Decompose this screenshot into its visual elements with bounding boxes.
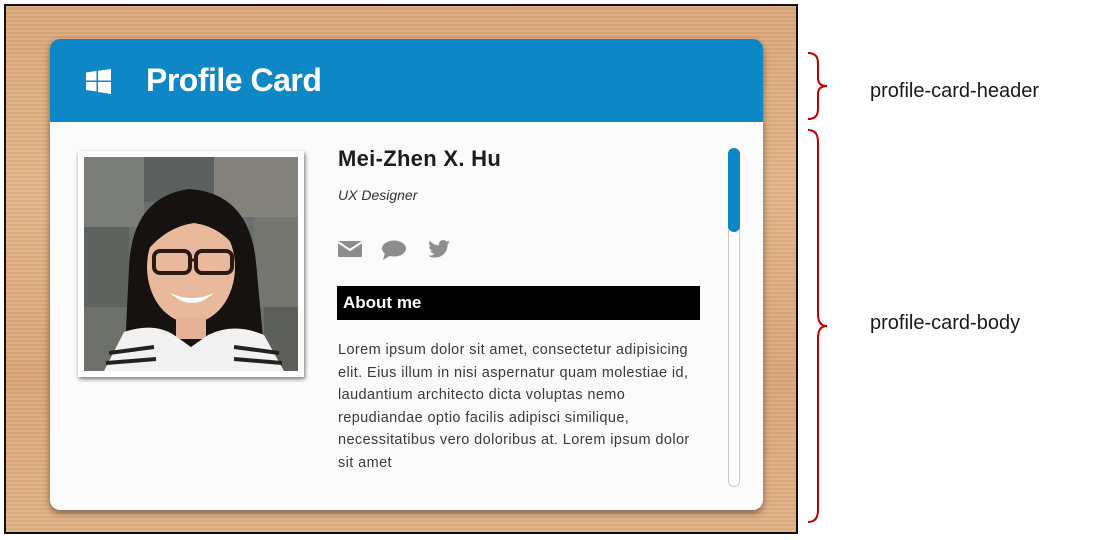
profile-role: UX Designer	[338, 187, 418, 203]
profile-name: Mei-Zhen X. Hu	[338, 146, 502, 171]
body-brace	[807, 129, 828, 523]
envelope-icon[interactable]	[337, 240, 363, 263]
about-heading: About me	[337, 286, 700, 320]
card-title: Profile Card	[146, 62, 322, 98]
chat-bubble-icon[interactable]	[382, 240, 406, 265]
profile-photo-frame	[78, 151, 304, 377]
body-annotation-label: profile-card-body	[870, 312, 1021, 334]
profile-photo	[84, 157, 298, 371]
windows-icon	[86, 69, 111, 94]
twitter-icon[interactable]	[428, 240, 450, 263]
about-text: Lorem ipsum dolor sit amet, consectetur …	[338, 342, 690, 471]
profile-card: Profile Card Mei-Zhen X. Hu UX Designer …	[50, 39, 763, 510]
desk-background: Profile Card Mei-Zhen X. Hu UX Designer …	[4, 4, 798, 534]
header-brace	[807, 52, 828, 120]
header-annotation-label: profile-card-header	[870, 80, 1039, 102]
profile-card-header: Profile Card	[50, 39, 763, 122]
profile-card-body: Mei-Zhen X. Hu UX Designer About me Lore…	[50, 122, 763, 510]
scrollbar-thumb[interactable]	[728, 148, 740, 232]
